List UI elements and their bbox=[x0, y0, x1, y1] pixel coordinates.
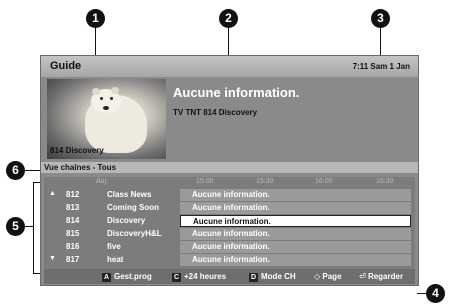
channel-row[interactable]: ▲ 812 Class News Aucune information. bbox=[44, 189, 415, 201]
epg-grid: Auj. 15:00 15:30 16:00 16:30 ▲ 812 Class… bbox=[44, 177, 415, 275]
channel-number: 813 bbox=[66, 203, 80, 212]
timeline: Auj. 15:00 15:30 16:00 16:30 bbox=[44, 177, 415, 188]
plus-24-hours-label: +24 heures bbox=[184, 272, 227, 281]
program-cell[interactable]: Aucune information. bbox=[180, 189, 411, 201]
page-button[interactable]: ◇ Page bbox=[314, 272, 342, 281]
channel-name: Coming Soon bbox=[107, 203, 159, 212]
c-key-icon: C bbox=[172, 273, 181, 282]
channel-name: Discovery bbox=[107, 216, 146, 225]
clock-readout: 7:11 Sam 1 Jan bbox=[352, 62, 410, 71]
channel-number: 816 bbox=[66, 242, 80, 251]
program-title: Aucune information. bbox=[192, 203, 270, 212]
watch-button[interactable]: ⏎ Regarder bbox=[359, 272, 403, 281]
callout-2: 2 bbox=[219, 9, 238, 28]
channel-name: heat bbox=[107, 255, 124, 264]
timeline-slot: 16:30 bbox=[376, 178, 394, 185]
channel-row[interactable]: 816 five Aucune information. bbox=[44, 241, 415, 253]
polar-bear-nose bbox=[103, 106, 109, 110]
manage-schedule-button[interactable]: A Gest.prog bbox=[102, 272, 152, 282]
program-title: Aucune information. bbox=[192, 190, 270, 199]
channel-row-selected[interactable]: 814 Discovery Aucune information. bbox=[44, 215, 415, 227]
callout-5: 5 bbox=[6, 217, 25, 236]
program-info-subtitle: TV TNT 814 Discovery bbox=[173, 108, 258, 117]
channel-view-label: Vue chaînes - Tous bbox=[44, 163, 117, 172]
channel-mode-label: Mode CH bbox=[261, 272, 296, 281]
channel-mode-button[interactable]: D Mode CH bbox=[249, 272, 296, 282]
channel-name: DiscoveryH&L bbox=[107, 229, 162, 238]
callout-4: 4 bbox=[426, 284, 445, 303]
triangle-down-icon[interactable]: ▼ bbox=[49, 255, 56, 262]
program-title: Aucune information. bbox=[192, 242, 270, 251]
plus-24-hours-button[interactable]: C +24 heures bbox=[172, 272, 226, 282]
timeline-slot: 16:00 bbox=[315, 178, 333, 185]
watch-label: Regarder bbox=[367, 272, 404, 281]
channel-row[interactable]: 813 Coming Soon Aucune information. bbox=[44, 202, 415, 214]
channel-number: 817 bbox=[66, 255, 80, 264]
channel-number: 815 bbox=[66, 229, 80, 238]
timeline-slot: 15:30 bbox=[256, 178, 274, 185]
d-key-icon: D bbox=[249, 273, 258, 282]
guide-screen: Guide 7:11 Sam 1 Jan 814 Discovery Aucun… bbox=[40, 55, 419, 286]
program-info-title: Aucune information. bbox=[173, 85, 300, 100]
program-cell[interactable]: Aucune information. bbox=[180, 202, 411, 214]
channel-name: five bbox=[107, 242, 121, 251]
callout-6: 6 bbox=[6, 161, 25, 180]
polar-bear-eye bbox=[110, 97, 113, 100]
callout-4-line bbox=[417, 293, 426, 294]
program-cell-selected[interactable]: Aucune information. bbox=[180, 215, 411, 227]
a-key-icon: A bbox=[102, 273, 111, 282]
callout-5-line bbox=[25, 226, 33, 227]
manage-schedule-label: Gest.prog bbox=[114, 272, 152, 281]
enter-icon: ⏎ bbox=[359, 272, 366, 281]
timeline-slot: 15:00 bbox=[196, 178, 214, 185]
polar-bear-ear bbox=[92, 88, 100, 95]
program-cell[interactable]: Aucune information. bbox=[180, 254, 411, 266]
program-title: Aucune information. bbox=[192, 229, 270, 238]
triangle-up-icon[interactable]: ▲ bbox=[49, 190, 56, 197]
channel-row[interactable]: ▼ 817 heat Aucune information. bbox=[44, 254, 415, 266]
callout-3: 3 bbox=[371, 9, 390, 28]
page-title: Guide bbox=[50, 60, 82, 72]
channel-preview: 814 Discovery bbox=[47, 79, 166, 159]
program-title: Aucune information. bbox=[192, 255, 270, 264]
callout-1: 1 bbox=[86, 9, 105, 28]
channel-number: 814 bbox=[66, 216, 80, 225]
program-cell[interactable]: Aucune information. bbox=[180, 228, 411, 240]
preview-channel-label: 814 Discovery bbox=[50, 146, 104, 155]
page-label: Page bbox=[322, 272, 342, 281]
diamond-icon: ◇ bbox=[314, 272, 321, 281]
callout-5-bracket bbox=[33, 182, 34, 274]
guide-header: Guide 7:11 Sam 1 Jan bbox=[41, 56, 418, 77]
button-legend-bar: A Gest.prog C +24 heures D Mode CH ◇ Page ⏎… bbox=[44, 269, 415, 284]
channel-view-bar[interactable]: Vue chaînes - Tous bbox=[41, 162, 418, 173]
timeline-today: Auj. bbox=[96, 178, 109, 185]
polar-bear-eye bbox=[100, 97, 103, 100]
channel-number: 812 bbox=[66, 190, 80, 199]
program-title: Aucune information. bbox=[193, 217, 271, 226]
channel-row[interactable]: 815 DiscoveryH&L Aucune information. bbox=[44, 228, 415, 240]
channel-name: Class News bbox=[107, 190, 152, 199]
polar-bear-ear bbox=[111, 87, 119, 94]
program-cell[interactable]: Aucune information. bbox=[180, 241, 411, 253]
